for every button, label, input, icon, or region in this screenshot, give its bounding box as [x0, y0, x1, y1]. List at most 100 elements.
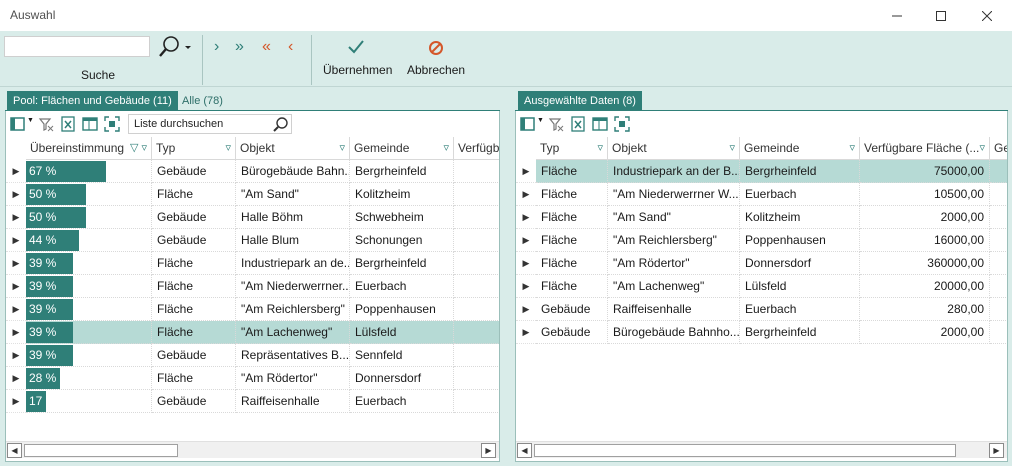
header-typ[interactable]: Typ ▿: [536, 137, 608, 160]
minimize-button[interactable]: [874, 0, 920, 31]
scroll-left-icon[interactable]: ◀: [7, 443, 22, 458]
header-verfuegbare-flaeche[interactable]: Verfügbare Fläche (... ▿: [860, 137, 990, 160]
search-input[interactable]: [4, 36, 150, 57]
table-row[interactable]: ▶ 50 % Gebäude Halle Böhm Schwebheim: [6, 206, 499, 229]
column-chooser-icon[interactable]: [10, 116, 26, 132]
table-row[interactable]: ▶ 28 % Fläche "Am Rödertor" Donnersdorf: [6, 367, 499, 390]
table-row[interactable]: ▶ Gebäude Raiffeisenhalle Euerbach 280,00: [516, 298, 1007, 321]
sort-filter-icon[interactable]: ▽ ▿: [130, 137, 147, 159]
table-row[interactable]: ▶ 50 % Fläche "Am Sand" Kolitzheim: [6, 183, 499, 206]
table-row[interactable]: ▶ Fläche Industriepark an der B... Bergrhei…: [516, 160, 1007, 183]
row-expand-icon[interactable]: ▶: [6, 298, 26, 321]
row-expand-icon[interactable]: ▶: [516, 252, 536, 275]
move-left-icon[interactable]: ‹: [288, 39, 293, 55]
table-row[interactable]: ▶ 17 % Gebäude Raiffeisenhalle Euerbach: [6, 390, 499, 413]
fit-columns-icon[interactable]: [614, 116, 630, 132]
row-expand-icon[interactable]: ▶: [516, 321, 536, 344]
row-expand-icon[interactable]: ▶: [6, 183, 26, 206]
row-expand-icon[interactable]: ▶: [516, 206, 536, 229]
search-button[interactable]: [156, 34, 192, 60]
row-expand-icon[interactable]: ▶: [516, 275, 536, 298]
row-expand-icon[interactable]: ▶: [6, 252, 26, 275]
table-row[interactable]: ▶ 39 % Fläche Industriepark an de... Bergrhe…: [6, 252, 499, 275]
row-expand-icon[interactable]: ▶: [516, 183, 536, 206]
export-excel-icon[interactable]: [60, 116, 76, 132]
fit-columns-icon[interactable]: [104, 116, 120, 132]
export-excel-icon[interactable]: [570, 116, 586, 132]
header-verfuegbar[interactable]: Verfügb: [454, 137, 499, 160]
move-all-right-icon[interactable]: »: [235, 39, 244, 55]
tab-all[interactable]: Alle (78): [176, 91, 229, 111]
filter-icon[interactable]: ▿: [979, 137, 985, 159]
row-expand-icon[interactable]: ▶: [6, 321, 26, 344]
table-row[interactable]: ▶ 39 % Gebäude Repräsentatives B... Sennfeld: [6, 344, 499, 367]
table-row[interactable]: ▶ Fläche "Am Sand" Kolitzheim 2000,00: [516, 206, 1007, 229]
chevron-down-icon[interactable]: ▼: [537, 117, 544, 124]
move-right-icon[interactable]: ›: [214, 39, 219, 55]
table-row[interactable]: ▶ 39 % Fläche "Am Reichlersberg" Poppenhause…: [6, 298, 499, 321]
row-expand-icon[interactable]: ▶: [516, 298, 536, 321]
layout-icon[interactable]: [592, 116, 608, 132]
tab-selected-data[interactable]: Ausgewählte Daten (8): [518, 91, 642, 111]
header-objekt[interactable]: Objekt ▿: [608, 137, 740, 160]
header-objekt[interactable]: Objekt ▿: [236, 137, 350, 160]
row-expand-icon[interactable]: ▶: [6, 160, 26, 183]
objekt-cell: Repräsentatives B...: [236, 344, 350, 367]
scroll-right-icon[interactable]: ▶: [481, 443, 496, 458]
row-expand-icon[interactable]: ▶: [6, 390, 26, 413]
verfuegbar-cell: [454, 275, 499, 298]
clear-filter-icon[interactable]: [38, 116, 54, 132]
table-row[interactable]: ▶ Gebäude Bürogebäude Bahnho... Bergrheinfe…: [516, 321, 1007, 344]
scroll-right-icon[interactable]: ▶: [989, 443, 1004, 458]
scroll-thumb[interactable]: [534, 444, 956, 457]
layout-icon[interactable]: [82, 116, 98, 132]
left-horizontal-scrollbar[interactable]: ◀ ▶: [6, 441, 499, 458]
table-row[interactable]: ▶ Fläche "Am Niederwerrner W... Euerbach 105…: [516, 183, 1007, 206]
filter-icon[interactable]: ▿: [597, 137, 603, 159]
typ-cell: Fläche: [536, 252, 608, 275]
table-row[interactable]: ▶ 67 % Gebäude Bürogebäude Bahn... Bergrhein…: [6, 160, 499, 183]
row-expand-icon[interactable]: ▶: [516, 229, 536, 252]
tab-pool[interactable]: Pool: Flächen und Gebäude (11): [7, 91, 178, 111]
list-search-input[interactable]: Liste durchsuchen: [128, 114, 292, 134]
table-row[interactable]: ▶ 39 % Fläche "Am Niederwerrner... Euerbach: [6, 275, 499, 298]
row-expand-icon[interactable]: ▶: [6, 275, 26, 298]
clear-filter-icon[interactable]: [548, 116, 564, 132]
row-expand-icon[interactable]: ▶: [6, 344, 26, 367]
table-row[interactable]: ▶ Fläche "Am Rödertor" Donnersdorf 360000,00: [516, 252, 1007, 275]
typ-cell: Fläche: [152, 275, 236, 298]
row-expand-icon[interactable]: ▶: [516, 160, 536, 183]
typ-cell: Fläche: [536, 229, 608, 252]
table-row[interactable]: ▶ Fläche "Am Reichlersberg" Poppenhausen 160…: [516, 229, 1007, 252]
filter-icon[interactable]: ▿: [443, 137, 449, 159]
chevron-down-icon[interactable]: ▼: [27, 117, 34, 124]
move-all-left-icon[interactable]: «: [262, 39, 271, 55]
table-row[interactable]: ▶ Fläche "Am Lachenweg" Lülsfeld 20000,00: [516, 275, 1007, 298]
header-gemeinde[interactable]: Gemeinde ▿: [740, 137, 860, 160]
scroll-thumb[interactable]: [24, 444, 178, 457]
cancel-button[interactable]: Abbrechen: [404, 37, 470, 81]
table-row[interactable]: ▶ 44 % Gebäude Halle Blum Schonungen: [6, 229, 499, 252]
row-expand-icon[interactable]: ▶: [6, 229, 26, 252]
close-button[interactable]: [964, 0, 1010, 31]
search-icon[interactable]: [273, 116, 289, 132]
scroll-left-icon[interactable]: ◀: [517, 443, 532, 458]
filter-icon[interactable]: ▿: [729, 137, 735, 159]
row-expand-icon[interactable]: ▶: [6, 206, 26, 229]
accept-button[interactable]: Übernehmen: [320, 37, 396, 81]
header-ge[interactable]: Ge: [990, 137, 1007, 160]
table-row[interactable]: ▶ 39 % Fläche "Am Lachenweg" Lülsfeld: [6, 321, 499, 344]
typ-cell: Fläche: [536, 160, 608, 183]
header-uebereinstimmung[interactable]: Übereinstimmung ▽ ▿: [26, 137, 152, 160]
filter-icon[interactable]: ▿: [849, 137, 855, 159]
filter-icon[interactable]: ▿: [225, 137, 231, 159]
header-gemeinde[interactable]: Gemeinde ▿: [350, 137, 454, 160]
header-typ[interactable]: Typ ▿: [152, 137, 236, 160]
row-expand-icon[interactable]: ▶: [6, 367, 26, 390]
filter-icon[interactable]: ▿: [339, 137, 345, 159]
maximize-button[interactable]: [918, 0, 964, 31]
right-horizontal-scrollbar[interactable]: ◀ ▶: [516, 441, 1007, 458]
verfuegbar-cell: [454, 321, 499, 344]
typ-cell: Fläche: [536, 206, 608, 229]
column-chooser-icon[interactable]: [520, 116, 536, 132]
